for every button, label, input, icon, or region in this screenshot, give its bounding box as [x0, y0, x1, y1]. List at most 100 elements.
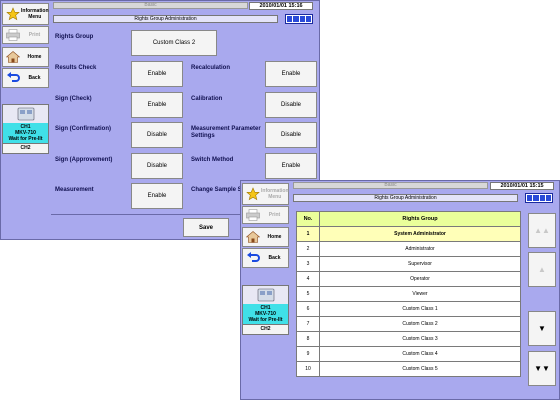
sidebar: Information Menu Print Home Back CH1 MKV…: [1, 1, 51, 239]
print-label: Print: [268, 212, 281, 218]
home-label: Home: [267, 234, 282, 240]
rights-group-table: No. Rights Group 1 System Administrator 2…: [296, 211, 521, 377]
back-label: Back: [268, 255, 281, 261]
analyzer-icon: [243, 286, 288, 304]
setting-label-calibration: Calibration: [191, 96, 223, 102]
mode-bar: Basic: [293, 182, 488, 189]
back-label: Back: [28, 75, 41, 81]
row-number: 9: [296, 346, 320, 362]
page-first-button[interactable]: ▲▲: [528, 213, 556, 248]
table-row[interactable]: 8 Custom Class 3: [296, 331, 521, 347]
sign-approvement-toggle[interactable]: Disable: [131, 153, 183, 179]
channel-panel: CH1 MKV-710 Wait for Pre-Ilt CH2: [2, 104, 49, 154]
clock: 2010/01/01 15:15: [490, 182, 554, 190]
channel-2-button[interactable]: CH2: [243, 324, 288, 334]
rights-group-label: Rights Group: [55, 34, 94, 40]
table-row[interactable]: 5 Viewer: [296, 286, 521, 302]
print-label: Print: [28, 32, 41, 38]
setting-label-change-sample: Change Sample S: [191, 187, 242, 193]
table-row[interactable]: 7 Custom Class 2: [296, 316, 521, 332]
setting-label-sign-confirmation: Sign (Confirmation): [55, 126, 111, 132]
setting-label-measurement: Measurement: [55, 187, 94, 193]
column-header-no: No.: [296, 211, 320, 227]
measurement-toggle[interactable]: Enable: [131, 183, 183, 209]
mode-bar: Basic: [53, 2, 248, 9]
results-check-toggle[interactable]: Enable: [131, 61, 183, 87]
row-number: 7: [296, 316, 320, 332]
page-up-button[interactable]: ▲: [528, 252, 556, 287]
home-label: Home: [27, 54, 42, 60]
page-down-button[interactable]: ▼: [528, 311, 556, 346]
home-button[interactable]: Home: [2, 47, 49, 67]
column-header-rights-group: Rights Group: [319, 211, 521, 227]
channel-1-status[interactable]: CH1 MKV-710 Wait for Pre-Ilt: [243, 304, 288, 324]
back-button[interactable]: Back: [2, 68, 49, 88]
table-row[interactable]: 10 Custom Class 5: [296, 361, 521, 377]
print-button[interactable]: Print: [2, 26, 49, 44]
channel-1-status[interactable]: CH1 MKV-710 Wait for Pre-Ilt: [3, 123, 48, 143]
battery-indicator: [525, 193, 553, 203]
sidebar: Information Menu Print Home Back CH1 MKV…: [241, 181, 291, 399]
sign-check-toggle[interactable]: Enable: [131, 92, 183, 118]
table-row[interactable]: 1 System Administrator: [296, 226, 521, 242]
printer-icon: [245, 207, 261, 223]
print-button[interactable]: Print: [242, 206, 289, 224]
information-menu-label: Information Menu: [21, 8, 49, 20]
setting-label-switch-method: Switch Method: [191, 157, 234, 163]
back-arrow-icon: [5, 70, 21, 86]
calibration-toggle[interactable]: Disable: [265, 92, 317, 118]
row-rights-group: Operator: [319, 271, 521, 287]
channel-panel: CH1 MKV-710 Wait for Pre-Ilt CH2: [242, 285, 289, 335]
back-button[interactable]: Back: [242, 248, 289, 268]
row-number: 10: [296, 361, 320, 377]
page-last-button[interactable]: ▼▼: [528, 351, 556, 386]
setting-label-measurement-parameter-settings: Measurement Parameter Settings: [191, 126, 261, 139]
page-title: Rights Group Administration: [53, 15, 278, 23]
row-rights-group: Administrator: [319, 241, 521, 257]
home-button[interactable]: Home: [242, 227, 289, 247]
row-rights-group: Custom Class 5: [319, 361, 521, 377]
clock: 2010/01/01 15:16: [249, 2, 313, 10]
row-number: 1: [296, 226, 320, 242]
star-icon: [5, 6, 21, 22]
row-rights-group: Custom Class 2: [319, 316, 521, 332]
row-number: 8: [296, 331, 320, 347]
rights-group-select[interactable]: Custom Class 2: [131, 30, 217, 56]
information-menu-button[interactable]: Information Menu: [2, 3, 49, 25]
row-rights-group: Custom Class 1: [319, 301, 521, 317]
table-row[interactable]: 3 Supervisor: [296, 256, 521, 272]
setting-label-sign-approvement: Sign (Approvement): [55, 157, 113, 163]
table-row[interactable]: 9 Custom Class 4: [296, 346, 521, 362]
house-icon: [245, 229, 261, 245]
recalculation-toggle[interactable]: Enable: [265, 61, 317, 87]
house-icon: [5, 49, 21, 65]
switch-method-toggle[interactable]: Enable: [265, 153, 317, 179]
setting-label-sign-check: Sign (Check): [55, 96, 92, 102]
row-rights-group: Supervisor: [319, 256, 521, 272]
table-header-row: No. Rights Group: [296, 211, 521, 227]
table-row[interactable]: 6 Custom Class 1: [296, 301, 521, 317]
setting-label-results-check: Results Check: [55, 65, 97, 71]
row-rights-group: Viewer: [319, 286, 521, 302]
row-number: 3: [296, 256, 320, 272]
information-menu-label: Information Menu: [261, 188, 289, 200]
measurement-parameter-settings-toggle[interactable]: Disable: [265, 122, 317, 148]
row-rights-group: System Administrator: [319, 226, 521, 242]
table-row[interactable]: 2 Administrator: [296, 241, 521, 257]
row-rights-group: Custom Class 3: [319, 331, 521, 347]
row-number: 2: [296, 241, 320, 257]
table-row[interactable]: 4 Operator: [296, 271, 521, 287]
page-title: Rights Group Administration: [293, 194, 518, 202]
analyzer-icon: [3, 105, 48, 123]
information-menu-button[interactable]: Information Menu: [242, 183, 289, 205]
channel-2-button[interactable]: CH2: [3, 143, 48, 153]
rights-group-list-screen: Information Menu Print Home Back CH1 MKV…: [240, 180, 560, 400]
back-arrow-icon: [245, 250, 261, 266]
row-rights-group: Custom Class 4: [319, 346, 521, 362]
sign-confirmation-toggle[interactable]: Disable: [131, 122, 183, 148]
save-button[interactable]: Save: [183, 218, 229, 237]
printer-icon: [5, 27, 21, 43]
row-number: 6: [296, 301, 320, 317]
battery-indicator: [285, 14, 313, 24]
row-number: 4: [296, 271, 320, 287]
